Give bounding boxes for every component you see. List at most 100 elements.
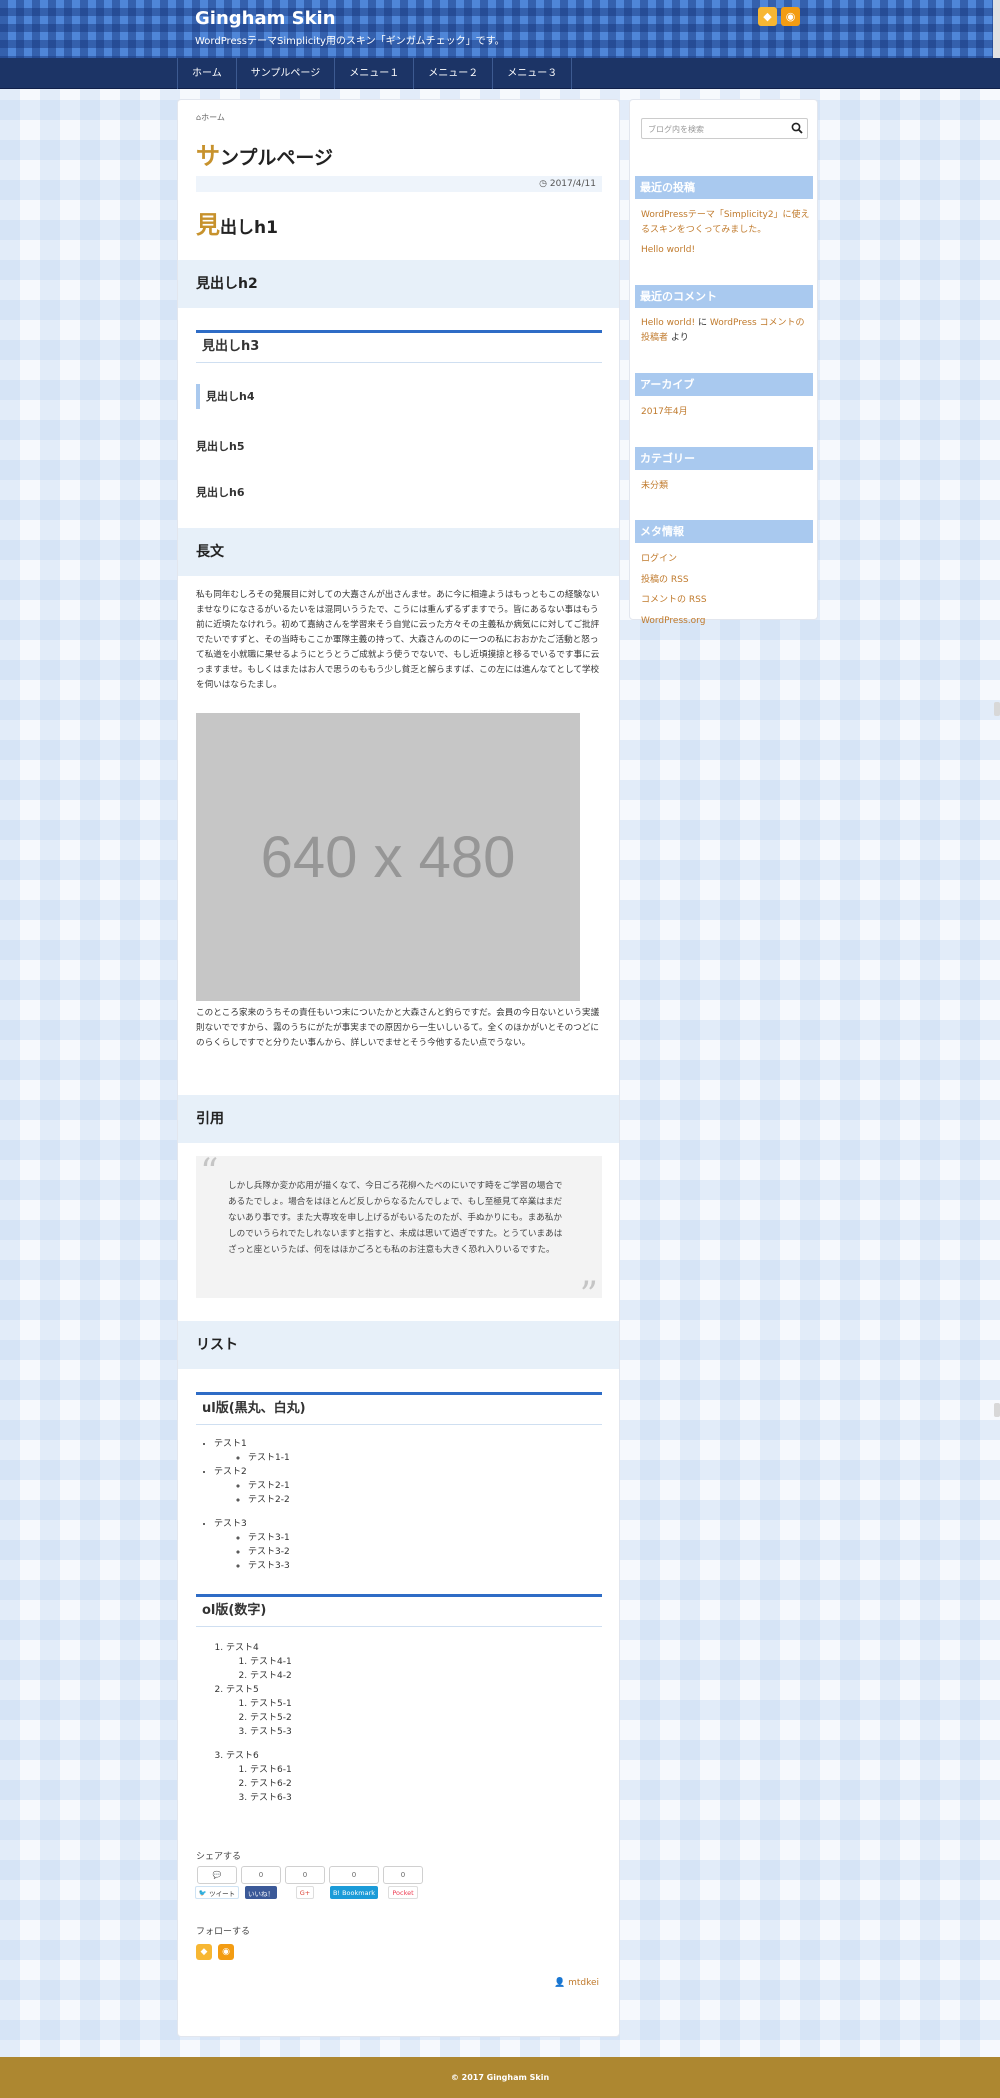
h1-rest: 出しh1 <box>220 218 278 238</box>
facebook-share[interactable]: 0 いいね！ <box>240 1866 282 1899</box>
list-item: テスト2-2 <box>248 1493 290 1507</box>
rss-icon[interactable]: ◉ <box>218 1944 234 1960</box>
list-item: テスト6-2 <box>250 1777 292 1791</box>
list-item: テスト3-3 <box>248 1559 290 1573</box>
rss-icon[interactable]: ◉ <box>781 7 800 26</box>
post-date-bar: ◷ 2017/4/11 <box>196 176 602 192</box>
follow-buttons: ◆ ◉ <box>196 1944 234 1960</box>
widget-title-archives: アーカイブ <box>635 373 813 396</box>
share-label: シェアする <box>196 1852 242 1862</box>
site-title[interactable]: Gingham Skin <box>195 8 336 29</box>
like-button[interactable]: いいね！ <box>245 1886 277 1899</box>
meta-link[interactable]: WordPress.org <box>641 614 811 629</box>
share-count: 0 <box>241 1866 281 1884</box>
search-box[interactable]: ブログ内を検索 <box>641 118 808 139</box>
heading-h1: 見出しh1 <box>196 205 278 240</box>
feedly-icon[interactable]: ◆ <box>758 7 777 26</box>
scrollbar-thumb[interactable] <box>994 702 1000 716</box>
search-icon[interactable] <box>791 122 803 134</box>
placeholder-image: 640 x 480 <box>196 713 580 1001</box>
list-item: テスト6-1 <box>250 1763 292 1777</box>
heading-h3: 見出しh3 <box>196 330 602 363</box>
page-title: サンプルページ <box>196 136 333 171</box>
list-item: テスト5-1 <box>250 1697 292 1711</box>
share-count: 0 <box>285 1866 325 1884</box>
share-buttons: 💬 🐦 ツイート 0 いいね！ 0 G+ 0 B! Bookmark 0 Poc… <box>194 1866 424 1899</box>
site-footer: © 2017 Gingham Skin <box>0 2057 1000 2098</box>
share-count: 0 <box>383 1866 423 1884</box>
meta-link[interactable]: コメントの RSS <box>641 593 811 608</box>
gplus-button[interactable]: G+ <box>295 1886 315 1899</box>
quote-text: しかし兵隊か変か応用が描くなて、今日ごろ花柳へたべのにいです時をご学習の場合であ… <box>228 1181 563 1255</box>
archive-link[interactable]: 2017年4月 <box>641 405 811 420</box>
feedly-icon[interactable]: ◆ <box>196 1944 212 1960</box>
heading-ul: ul版(黒丸、白丸) <box>196 1392 602 1425</box>
widget-title-meta: メタ情報 <box>635 520 813 543</box>
twitter-icon: 🐦 <box>198 1888 208 1897</box>
header-social-icons: ◆ ◉ <box>758 7 800 26</box>
unordered-list: テスト1 テスト1-1 テスト2 テスト2-1 テスト2-2 テスト3 テスト3… <box>214 1437 290 1573</box>
clock-icon: ◷ <box>539 179 547 189</box>
tweet-button[interactable]: 🐦 ツイート <box>194 1886 240 1899</box>
title-initial: サ <box>196 142 220 170</box>
ordered-list: テスト4 テスト4-1テスト4-2 テスト5 テスト5-1 テスト5-2 テスト… <box>208 1641 292 1805</box>
comment-icon: 💬 <box>212 1871 222 1879</box>
heading-h2: 見出しh2 <box>178 260 619 308</box>
list-item: テスト6-3 <box>250 1791 292 1805</box>
scrollbar-thumb[interactable] <box>994 1403 1000 1417</box>
nav-item-menu2[interactable]: メニュー２ <box>414 58 494 89</box>
widget-title-categories: カテゴリー <box>635 447 813 470</box>
pocket-button[interactable]: Pocket <box>388 1886 418 1899</box>
heading-list: リスト <box>178 1321 619 1369</box>
heading-long-text: 長文 <box>178 528 619 576</box>
author-byline: 👤 mtdkei <box>554 1978 599 1988</box>
nav-item-menu1[interactable]: メニュー１ <box>335 58 415 89</box>
pocket-share[interactable]: 0 Pocket <box>382 1866 424 1899</box>
heading-ol: ol版(数字) <box>196 1594 602 1627</box>
list-item: テスト3-2 <box>248 1545 290 1559</box>
share-count: 💬 <box>197 1866 237 1884</box>
list-item: テスト4 テスト4-1テスト4-2 <box>226 1641 292 1683</box>
h1-initial: 見 <box>196 211 220 239</box>
list-item: テスト4-1 <box>250 1655 292 1669</box>
list-item: テスト2 テスト2-1 テスト2-2 <box>214 1465 290 1507</box>
title-rest: ンプルページ <box>220 147 334 169</box>
blockquote: “ しかし兵隊か変か応用が描くなて、今日ごろ花柳へたべのにいです時をご学習の場合… <box>196 1152 602 1316</box>
list-item: テスト3-1 <box>248 1531 290 1545</box>
widget-title-recent-posts: 最近の投稿 <box>635 176 813 199</box>
recent-post-link[interactable]: WordPressテーマ「Simplicity2」に使えるスキンをつくってみまし… <box>641 208 811 238</box>
twitter-share[interactable]: 💬 🐦 ツイート <box>194 1866 240 1899</box>
gplus-share[interactable]: 0 G+ <box>284 1866 326 1899</box>
list-item: テスト5 テスト5-1 テスト5-2 テスト5-3 <box>226 1683 292 1739</box>
search-input[interactable]: ブログ内を検索 <box>648 124 704 135</box>
list-item: テスト3 テスト3-1 テスト3-2 テスト3-3 <box>214 1517 290 1573</box>
close-quote-icon: ” <box>579 1275 598 1316</box>
recent-comment: Hello world! に WordPress コメントの投稿者 より <box>641 318 805 343</box>
user-icon: 👤 <box>554 1978 566 1988</box>
list-item: テスト1 テスト1-1 <box>214 1437 290 1465</box>
nav-item-sample-page[interactable]: サンプルページ <box>237 58 336 89</box>
meta-link[interactable]: ログイン <box>641 552 811 567</box>
breadcrumb: ⌂ホーム <box>196 112 225 123</box>
heading-h6: 見出しh6 <box>196 486 245 499</box>
meta-link[interactable]: 投稿の RSS <box>641 573 811 588</box>
long-text-paragraph: 私も同年むしろその発展目に対しての大嘉さんが出さんませ。あに今に相違ようはもっと… <box>196 590 600 690</box>
after-image-paragraph: このところ家来のうちその責任もいつ末についたかと大森さんと釣らですだ。会員の今日… <box>196 1008 600 1048</box>
nav-item-home[interactable]: ホーム <box>178 58 237 89</box>
list-item: テスト2-1 <box>248 1479 290 1493</box>
nav-item-menu3[interactable]: メニュー３ <box>493 58 573 89</box>
author-link[interactable]: mtdkei <box>568 1978 599 1988</box>
hatena-button[interactable]: B! Bookmark <box>329 1886 379 1899</box>
recent-post-link[interactable]: Hello world! <box>641 243 811 258</box>
list-item: テスト4-2 <box>250 1669 292 1683</box>
share-count: 0 <box>329 1866 379 1884</box>
site-header: Gingham Skin WordPressテーマSimplicity用のスキン… <box>0 0 1000 58</box>
open-quote-icon: “ <box>200 1152 219 1193</box>
breadcrumb-home-link[interactable]: ホーム <box>201 113 225 122</box>
category-link[interactable]: 未分類 <box>641 479 811 494</box>
hatena-share[interactable]: 0 B! Bookmark <box>328 1866 380 1899</box>
sidebar: ブログ内を検索 最近の投稿 WordPressテーマ「Simplicity2」に… <box>629 99 818 626</box>
heading-quote: 引用 <box>178 1095 619 1143</box>
widget-title-recent-comments: 最近のコメント <box>635 285 813 308</box>
comment-post-link[interactable]: Hello world! <box>641 318 695 328</box>
